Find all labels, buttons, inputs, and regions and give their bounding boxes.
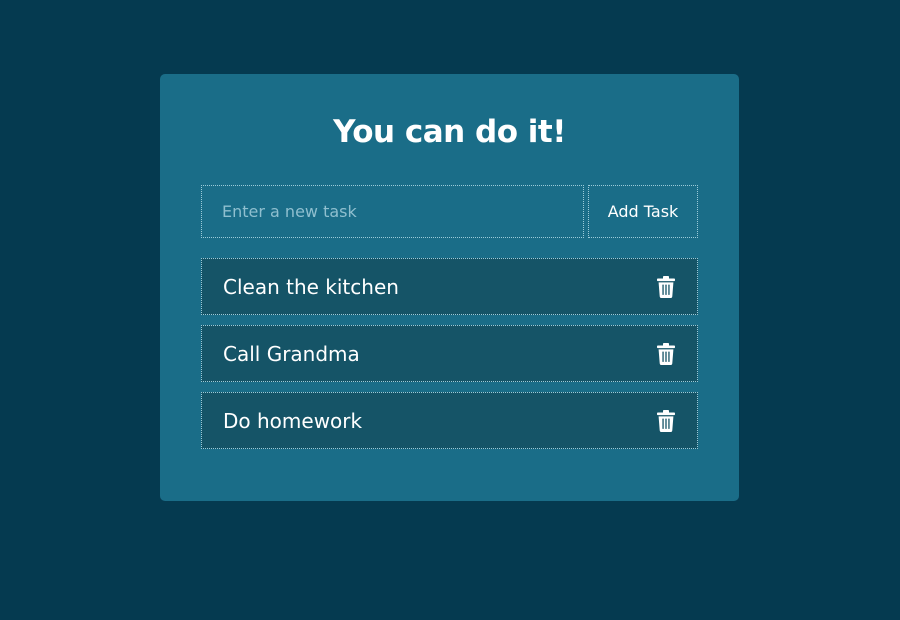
todo-card: You can do it! Add Task Clean the kitche… (160, 74, 739, 501)
trash-icon (657, 409, 675, 432)
delete-task-button[interactable] (655, 408, 677, 434)
task-item: Call Grandma (201, 325, 698, 382)
task-text: Do homework (223, 408, 363, 433)
task-text: Call Grandma (223, 341, 360, 366)
trash-icon (657, 342, 675, 365)
delete-task-button[interactable] (655, 341, 677, 367)
task-item: Clean the kitchen (201, 258, 698, 315)
task-list: Clean the kitchen Call Grandma Do homewo… (201, 258, 698, 459)
new-task-input[interactable] (201, 185, 584, 238)
task-text: Clean the kitchen (223, 274, 399, 299)
delete-task-button[interactable] (655, 274, 677, 300)
trash-icon (657, 275, 675, 298)
page-title: You can do it! (333, 114, 566, 150)
task-item: Do homework (201, 392, 698, 449)
add-task-button[interactable]: Add Task (588, 185, 698, 238)
